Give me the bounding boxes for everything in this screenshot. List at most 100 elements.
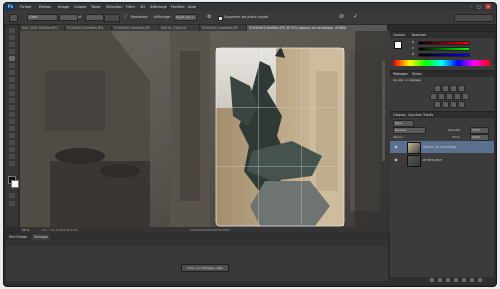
new-layer-icon[interactable] (470, 278, 474, 282)
layer-row[interactable]: ◉ Arrière-plan (390, 154, 494, 167)
photo-filter-adjustment-icon[interactable] (462, 93, 469, 100)
tab-nuancier[interactable]: Nuancier (412, 32, 426, 38)
layer-thumbnail (407, 142, 421, 154)
healing-tool-icon[interactable] (9, 70, 15, 75)
straighten-label: Redresser (131, 15, 148, 19)
screen-mode-icon[interactable] (9, 201, 15, 206)
shape-tool-icon[interactable] (9, 147, 15, 152)
zoom-level[interactable]: 25 % (22, 227, 30, 233)
menu-filtre[interactable]: Filtre (126, 4, 135, 10)
menu-fenetre[interactable]: Fenêtre (171, 4, 185, 10)
dodge-tool-icon[interactable] (9, 119, 15, 124)
menu-fichier[interactable]: Fichier (20, 4, 32, 10)
width-field[interactable] (59, 14, 78, 21)
delete-cropped-checkbox[interactable] (218, 16, 223, 21)
vertical-scrollbar[interactable] (382, 61, 385, 161)
color-balance-adjustment-icon[interactable] (446, 93, 453, 100)
blue-slider[interactable] (418, 53, 470, 57)
menu-aide[interactable]: Aide (188, 4, 196, 10)
layer-filter-select[interactable]: Type (393, 120, 414, 127)
layer-row-selected[interactable]: ◉ Aperçu du recadrage (390, 141, 494, 154)
vibrance-adjustment-icon[interactable] (430, 93, 437, 100)
group-icon[interactable] (462, 278, 466, 282)
horizontal-scrollbar[interactable] (190, 229, 230, 231)
gradient-map-adjustment-icon[interactable] (458, 101, 465, 108)
quick-select-tool-icon[interactable] (9, 49, 15, 54)
opacity-field[interactable]: 100% (470, 127, 489, 134)
menu-image[interactable]: Image (58, 4, 69, 10)
hue-saturation-adjustment-icon[interactable] (438, 93, 445, 100)
path-select-tool-icon[interactable] (9, 140, 15, 145)
trash-icon[interactable] (478, 278, 482, 282)
invert-adjustment-icon[interactable] (434, 101, 441, 108)
brush-tool-icon[interactable] (9, 77, 15, 82)
hand-tool-icon[interactable] (9, 154, 15, 159)
straighten-icon[interactable]: ⟋ (124, 14, 130, 20)
layer-name[interactable]: Aperçu du recadrage (423, 144, 456, 150)
tab-calques[interactable]: Calques (393, 112, 406, 118)
timeline-footer (6, 281, 388, 284)
create-video-timeline-button[interactable]: Créer un montage vidéo (181, 264, 229, 272)
tab-couches[interactable]: Couches (408, 112, 422, 118)
height-field[interactable] (85, 14, 104, 21)
tab-couleur[interactable]: Couleur (393, 32, 405, 38)
gradient-tool-icon[interactable] (9, 105, 15, 110)
clear-button[interactable] (104, 14, 120, 22)
history-brush-tool-icon[interactable] (9, 91, 15, 96)
menu-3d[interactable]: 3D (140, 4, 145, 10)
green-slider[interactable] (418, 47, 470, 51)
layer-style-icon[interactable] (438, 278, 442, 282)
visibility-eye-icon[interactable]: ◉ (393, 157, 399, 163)
clone-stamp-tool-icon[interactable] (9, 84, 15, 89)
fill-label: Fond : (452, 135, 462, 139)
exposure-adjustment-icon[interactable] (458, 85, 465, 92)
eraser-tool-icon[interactable] (9, 98, 15, 103)
opacity-label: Opacité : (448, 128, 462, 132)
marquee-tool-icon[interactable] (9, 35, 15, 40)
fill-field[interactable]: 100% (470, 134, 489, 141)
overlay-select[interactable]: Règle des t... (174, 14, 197, 21)
crop-tool-icon[interactable] (9, 56, 15, 61)
ratio-select[interactable]: Libre (27, 14, 58, 21)
visibility-eye-icon[interactable]: ◉ (393, 144, 399, 150)
link-layers-icon[interactable] (430, 278, 434, 282)
brightness-adjustment-icon[interactable] (434, 85, 441, 92)
move-tool-icon[interactable] (9, 28, 15, 33)
levels-adjustment-icon[interactable] (442, 85, 449, 92)
tab-traces[interactable]: Tracés (423, 112, 433, 118)
foreground-swatch[interactable] (394, 41, 402, 49)
black-white-adjustment-icon[interactable] (454, 93, 461, 100)
blend-mode-select[interactable]: Normal (393, 127, 426, 134)
pen-tool-icon[interactable] (9, 126, 15, 131)
blur-tool-icon[interactable] (9, 112, 15, 117)
minimize-button[interactable]: – (468, 4, 474, 9)
curves-adjustment-icon[interactable] (450, 85, 457, 92)
background-color-swatch[interactable] (11, 180, 19, 188)
menu-selection[interactable]: Sélection (106, 4, 123, 10)
layer-name[interactable]: Arrière-plan (423, 157, 442, 163)
posterize-adjustment-icon[interactable] (442, 101, 449, 108)
swap-icon[interactable]: ⇄ (78, 15, 83, 19)
menu-texte[interactable]: Texte (91, 4, 100, 10)
menu-edition[interactable]: Édition (39, 4, 51, 10)
maximize-button[interactable]: □ (476, 4, 482, 9)
cancel-crop-icon[interactable]: ⊘ (339, 13, 344, 21)
crop-tool-preset-icon[interactable] (9, 14, 18, 22)
eyedropper-tool-icon[interactable] (9, 63, 15, 68)
workspace-select[interactable] (454, 14, 494, 22)
document-canvas[interactable] (20, 31, 390, 227)
lasso-tool-icon[interactable] (9, 42, 15, 47)
menu-calque[interactable]: Calque (74, 4, 86, 10)
gear-icon[interactable]: ⚙ (207, 14, 213, 20)
color-ramp[interactable] (394, 60, 490, 66)
commit-crop-icon[interactable]: ✓ (353, 13, 358, 21)
menu-affichage[interactable]: Affichage (150, 4, 167, 10)
quick-mask-icon[interactable] (9, 193, 15, 198)
zoom-tool-icon[interactable] (9, 161, 15, 166)
threshold-adjustment-icon[interactable] (450, 101, 457, 108)
red-slider[interactable] (418, 41, 470, 45)
adjustment-layer-icon[interactable] (454, 278, 458, 282)
layer-mask-icon[interactable] (446, 278, 450, 282)
close-button[interactable]: × (485, 4, 491, 9)
type-tool-icon[interactable] (9, 133, 15, 138)
